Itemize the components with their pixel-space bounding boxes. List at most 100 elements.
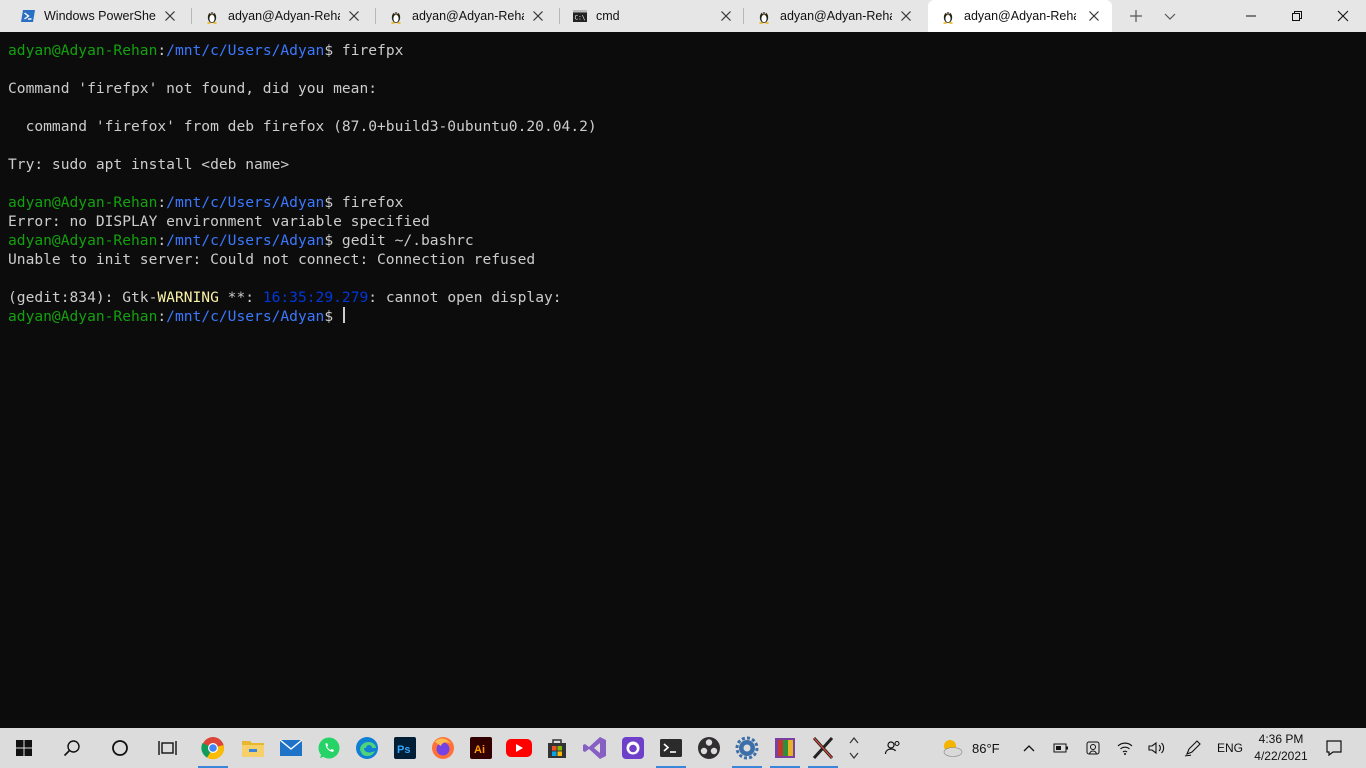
file-explorer-icon xyxy=(242,741,264,757)
weather-widget[interactable]: 86°F xyxy=(940,728,1006,768)
gtk-timestamp: 16:35:29.279 xyxy=(262,289,369,306)
firefox-app[interactable] xyxy=(424,728,462,768)
xming-app[interactable] xyxy=(804,728,842,768)
tab-title: adyan@Adyan-Rehan xyxy=(412,9,524,23)
chrome-app[interactable] xyxy=(194,728,232,768)
clock-time: 4:36 PM xyxy=(1258,732,1304,746)
illustrator-app[interactable]: Ai xyxy=(462,728,500,768)
github-desktop-icon xyxy=(622,737,644,759)
tab-windows-powershell[interactable]: Windows PowerShell xyxy=(8,0,188,32)
prompt-path: /mnt/c/Users/Adyan xyxy=(166,194,325,211)
task-view-icon xyxy=(158,741,177,755)
close-window-button[interactable] xyxy=(1320,0,1366,32)
prompt-colon: : xyxy=(157,194,167,211)
tab-adyan-2[interactable]: adyan@Adyan-Rehan xyxy=(376,0,556,32)
prompt-colon: : xyxy=(157,42,167,59)
output-line: Unable to init server: Could not connect… xyxy=(8,251,536,268)
file-explorer-app[interactable] xyxy=(234,728,272,768)
search-button[interactable] xyxy=(52,728,92,768)
svg-text:Ai: Ai xyxy=(474,744,485,756)
taskbar-scroll-buttons[interactable] xyxy=(846,728,862,768)
store-app[interactable] xyxy=(538,728,576,768)
whatsapp-app[interactable] xyxy=(310,728,348,768)
close-icon[interactable] xyxy=(530,8,546,24)
battery-status[interactable] xyxy=(1050,728,1072,768)
cortana-icon xyxy=(112,740,128,756)
new-tab-button[interactable] xyxy=(1122,0,1150,32)
tab-cmd[interactable]: C:\ cmd xyxy=(560,0,744,32)
plus-icon xyxy=(1130,10,1142,22)
mail-app[interactable] xyxy=(272,728,310,768)
taskbar: Ps Ai 86°F ENG 4:36 PM 4/22/2021 xyxy=(0,728,1366,768)
speaker-icon xyxy=(1148,741,1165,755)
tab-title: adyan@Adyan-Rehan xyxy=(780,9,892,23)
tab-title: cmd xyxy=(596,9,620,23)
wifi-icon xyxy=(1117,742,1133,755)
terminal-line: adyan@Adyan-Rehan:/mnt/c/Users/Adyan$ fi… xyxy=(8,41,403,60)
start-button[interactable] xyxy=(4,728,44,768)
volume-control[interactable] xyxy=(1146,728,1168,768)
tab-adyan-active[interactable]: adyan@Adyan-Rehan xyxy=(928,0,1112,32)
prompt-symbol: $ xyxy=(324,308,342,325)
windows-terminal-app[interactable] xyxy=(652,728,690,768)
tab-adyan-1[interactable]: adyan@Adyan-Rehan xyxy=(192,0,372,32)
visual-studio-app[interactable] xyxy=(576,728,614,768)
close-icon[interactable] xyxy=(162,8,178,24)
minimize-button[interactable] xyxy=(1228,0,1274,32)
cortana-button[interactable] xyxy=(100,728,140,768)
linux-penguin-icon xyxy=(204,8,220,24)
settings-icon xyxy=(735,736,759,760)
action-center-button[interactable] xyxy=(1318,728,1350,768)
command-text: gedit ~/.bashrc xyxy=(341,232,474,249)
terminal-line: adyan@Adyan-Rehan:/mnt/c/Users/Adyan$ fi… xyxy=(8,193,403,212)
output-line: Error: no DISPLAY environment variable s… xyxy=(8,213,430,230)
illustrator-icon: Ai xyxy=(470,737,492,759)
output-line: Command 'firefpx' not found, did you mea… xyxy=(8,80,378,97)
prompt-user: adyan@Adyan-Rehan xyxy=(8,308,158,325)
edge-app[interactable] xyxy=(348,728,386,768)
restore-icon xyxy=(1292,11,1302,21)
whatsapp-icon xyxy=(318,737,340,759)
people-button[interactable] xyxy=(876,728,910,768)
gtk-suffix: : cannot open display: xyxy=(368,289,562,306)
chevron-up-icon xyxy=(1023,745,1035,752)
winrar-app[interactable] xyxy=(766,728,804,768)
terminal-output[interactable]: adyan@Adyan-Rehan:/mnt/c/Users/Adyan$ fi… xyxy=(0,32,1366,728)
prompt-symbol: $ xyxy=(324,232,342,249)
network-status[interactable] xyxy=(1114,728,1136,768)
show-hidden-icons-button[interactable] xyxy=(1018,728,1040,768)
prompt-colon: : xyxy=(157,308,167,325)
tab-bar: Windows PowerShell adyan@Adyan-Rehan ady… xyxy=(0,0,1366,32)
linux-penguin-icon xyxy=(756,8,772,24)
firefox-icon xyxy=(432,737,454,759)
chevron-down-icon xyxy=(849,752,859,759)
command-text: firefpx xyxy=(341,42,404,59)
text-cursor xyxy=(342,307,345,323)
close-icon[interactable] xyxy=(346,8,362,24)
close-icon[interactable] xyxy=(1086,8,1102,24)
restore-button[interactable] xyxy=(1274,0,1320,32)
prompt-symbol: $ xyxy=(324,42,342,59)
prompt-path: /mnt/c/Users/Adyan xyxy=(166,42,325,59)
prompt-path: /mnt/c/Users/Adyan xyxy=(166,232,325,249)
pen-workspace-button[interactable] xyxy=(1182,728,1204,768)
obs-app[interactable] xyxy=(690,728,728,768)
settings-app[interactable] xyxy=(728,728,766,768)
edge-icon xyxy=(356,737,378,759)
input-language-button[interactable]: ENG xyxy=(1212,728,1248,768)
meet-now-icon xyxy=(1086,741,1100,755)
tab-dropdown-button[interactable] xyxy=(1156,0,1184,32)
close-icon[interactable] xyxy=(898,8,914,24)
tab-title: adyan@Adyan-Rehan xyxy=(228,9,340,23)
gtk-mid: **: xyxy=(218,289,263,306)
close-icon[interactable] xyxy=(718,8,734,24)
clock[interactable]: 4:36 PM 4/22/2021 xyxy=(1246,728,1316,768)
gtk-warning-label: WARNING xyxy=(157,289,219,306)
youtube-app[interactable] xyxy=(500,728,538,768)
meet-now-button[interactable] xyxy=(1082,728,1104,768)
photoshop-app[interactable]: Ps xyxy=(386,728,424,768)
tab-adyan-3[interactable]: adyan@Adyan-Rehan xyxy=(744,0,924,32)
task-view-button[interactable] xyxy=(148,728,188,768)
github-desktop-app[interactable] xyxy=(614,728,652,768)
linux-penguin-icon xyxy=(940,8,956,24)
